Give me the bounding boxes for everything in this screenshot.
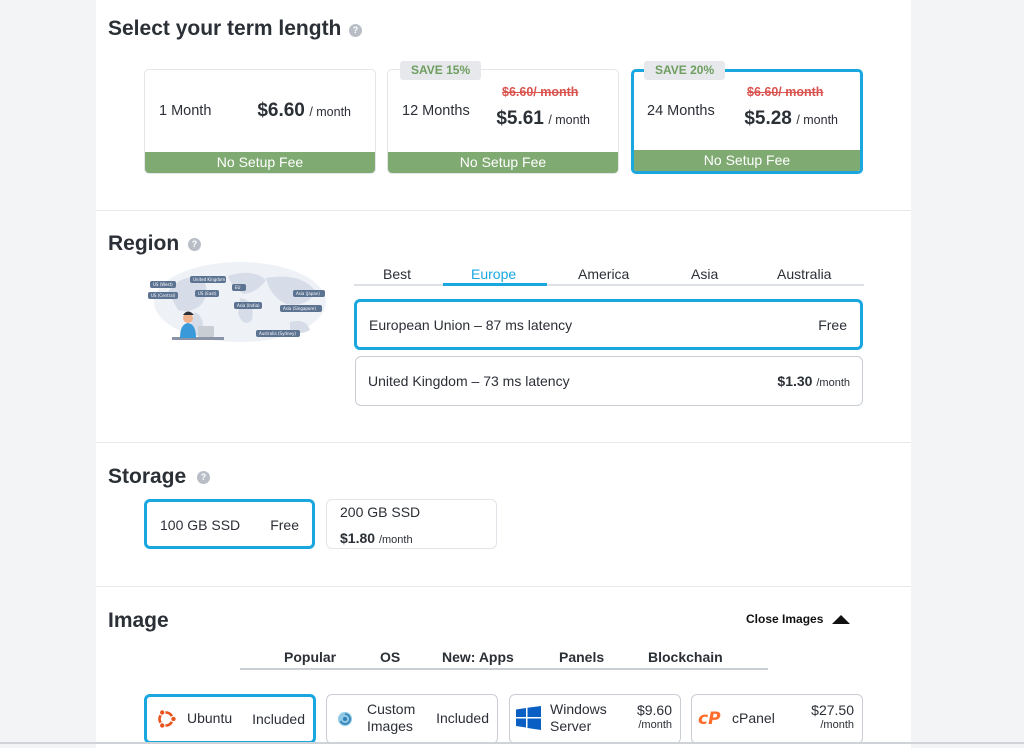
term-unit: / month — [548, 113, 590, 127]
term-option-12-months[interactable]: 12 Months $6.60/ month $5.61 / month No … — [387, 69, 619, 174]
no-setup-fee-bar: No Setup Fee — [145, 152, 375, 173]
term-section-title: Select your term length — [108, 17, 342, 40]
storage-help-icon[interactable]: ? — [197, 471, 210, 484]
image-option-cpanel[interactable]: cP cPanel $27.50/month — [691, 694, 863, 744]
term-unit: / month — [796, 113, 838, 127]
storage-name: 200 GB SSD — [340, 504, 421, 520]
map-label-us-east-text: US (East) — [198, 291, 217, 296]
image-name: Windows Server — [550, 701, 607, 734]
save-badge: SAVE 15% — [400, 61, 482, 80]
region-name: European Union – 87 ms latency — [369, 317, 573, 333]
no-setup-fee-bar: No Setup Fee — [388, 152, 618, 173]
term-old-price: $6.60/ month — [747, 85, 824, 99]
image-tabs-underline — [240, 668, 768, 670]
no-setup-fee-bar: No Setup Fee — [634, 150, 860, 171]
save-badge: SAVE 20% — [644, 61, 726, 80]
term-option-1-month[interactable]: 1 Month $6.60 / month No Setup Fee — [144, 69, 376, 174]
close-images-toggle[interactable]: Close Images — [746, 612, 851, 626]
term-period: 12 Months — [402, 103, 470, 119]
map-label-asia-japan-text: Asia (Japan) — [296, 291, 320, 296]
image-name: Custom Images — [367, 701, 416, 734]
map-label-australia-sydney-text: Australia (Sydney) — [259, 331, 296, 336]
term-option-24-months[interactable]: 24 Months $6.60/ month $5.28 / month No … — [631, 69, 863, 174]
term-unit: / month — [309, 105, 351, 119]
image-tab-os[interactable]: OS — [380, 649, 400, 665]
region-tab-australia[interactable]: Australia — [777, 266, 831, 282]
image-price: Included — [436, 710, 489, 726]
storage-section-title: Storage — [108, 465, 187, 488]
region-help-icon[interactable]: ? — [188, 238, 201, 251]
cpanel-icon: cP — [698, 709, 721, 727]
image-price: $9.60/month — [636, 702, 672, 731]
storage-option-200gb[interactable]: 200 GB SSD $1.80 /month — [326, 499, 497, 549]
image-price: $27.50/month — [811, 702, 854, 731]
image-name: cPanel — [732, 710, 775, 726]
image-option-ubuntu[interactable]: Ubuntu Included — [144, 694, 316, 744]
image-tab-panels[interactable]: Panels — [559, 649, 604, 665]
map-label-asia-india-text: Asia (India) — [237, 303, 260, 308]
world-map-illustration: US (West) US (Central) US (East) United … — [148, 262, 326, 342]
term-old-price: $6.60/ month — [502, 85, 579, 99]
caret-up-icon — [832, 614, 851, 624]
viewport-bottom-edge — [0, 742, 1024, 744]
active-tab-indicator — [443, 283, 547, 286]
image-name: Ubuntu — [187, 710, 233, 726]
storage-name: 100 GB SSD — [160, 517, 241, 533]
image-tab-blockchain[interactable]: Blockchain — [648, 649, 723, 665]
image-tab-popular[interactable]: Popular — [284, 649, 336, 665]
term-help-icon[interactable]: ? — [349, 24, 362, 37]
custom-images-icon — [338, 712, 352, 726]
image-tab-new-apps[interactable]: New: Apps — [442, 649, 514, 665]
map-label-eu-text: EU — [235, 285, 241, 290]
region-tab-best[interactable]: Best — [383, 266, 411, 282]
region-tab-america[interactable]: America — [578, 266, 629, 282]
region-tab-asia[interactable]: Asia — [691, 266, 718, 282]
image-option-windows-server[interactable]: Windows Server $9.60/month — [509, 694, 681, 744]
region-option-united-kingdom[interactable]: United Kingdom – 73 ms latency $1.30 /mo… — [355, 356, 863, 406]
section-divider — [96, 210, 911, 211]
region-tab-europe[interactable]: Europe — [471, 266, 516, 282]
svg-text:cP: cP — [698, 709, 721, 727]
map-label-asia-singapore-text: Asia (Singapore) — [283, 306, 316, 311]
image-price: Included — [252, 711, 305, 727]
term-price: $5.61 — [496, 108, 544, 129]
region-option-european-union[interactable]: European Union – 87 ms latency Free — [354, 299, 863, 350]
region-price: Free — [818, 317, 847, 333]
term-period: 1 Month — [159, 103, 212, 119]
region-price: $1.30 /month — [777, 373, 850, 389]
storage-option-100gb[interactable]: 100 GB SSD Free — [144, 499, 315, 549]
region-section-title: Region — [108, 232, 180, 255]
region-tabs-underline — [354, 284, 864, 286]
map-label-united-kingdom-text: United Kingdom — [193, 277, 225, 282]
storage-price: Free — [270, 517, 299, 533]
term-period: 24 Months — [647, 103, 715, 119]
image-option-custom-images[interactable]: Custom Images Included — [326, 694, 498, 744]
map-label-us-central-text: US (Central) — [151, 293, 176, 298]
windows-icon — [516, 706, 541, 730]
storage-price: $1.80 /month — [340, 530, 413, 546]
map-label-us-west-text: US (West) — [153, 282, 173, 287]
section-divider — [96, 586, 911, 587]
close-images-label: Close Images — [746, 612, 824, 626]
term-price: $5.28 — [744, 108, 792, 129]
region-name: United Kingdom – 73 ms latency — [368, 373, 570, 389]
image-section-title: Image — [108, 609, 169, 632]
ubuntu-icon — [158, 709, 177, 729]
section-divider — [96, 442, 911, 443]
term-price: $6.60 — [257, 100, 305, 121]
